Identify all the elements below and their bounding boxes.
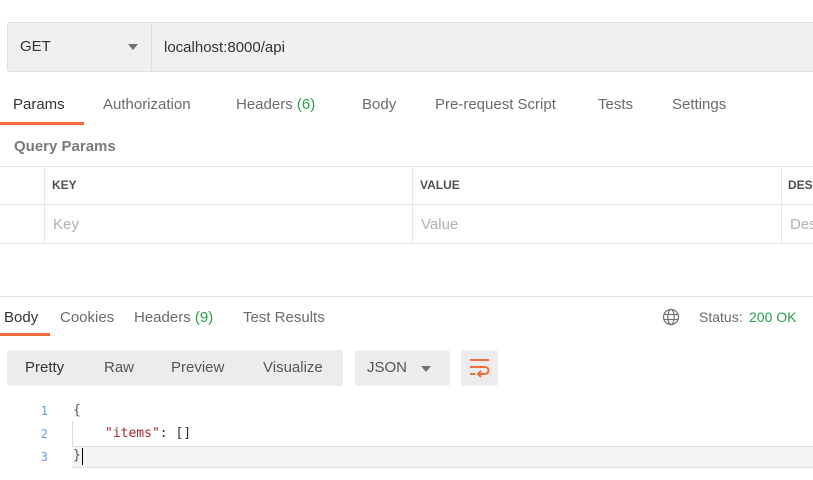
- tab-settings[interactable]: Settings: [672, 96, 726, 113]
- tab-label: Tests: [598, 96, 634, 113]
- raw-button[interactable]: Raw: [104, 359, 134, 376]
- preview-button[interactable]: Preview: [171, 359, 224, 376]
- tab-label: Authorization: [103, 96, 191, 113]
- code-line-3: }: [73, 448, 81, 463]
- response-tab-test-results[interactable]: Test Results: [243, 309, 325, 326]
- wrap-lines-button[interactable]: [461, 350, 498, 386]
- url-input[interactable]: [152, 23, 813, 71]
- tab-label: Pre-request Script: [435, 96, 556, 113]
- method-label: GET: [20, 38, 51, 55]
- line-number: 1: [40, 404, 48, 418]
- active-line-highlight: [72, 446, 813, 468]
- json-key: "items": [105, 426, 160, 441]
- line-number: 3: [40, 450, 48, 464]
- tab-headers[interactable]: Headers (6): [236, 96, 315, 113]
- response-tab-cookies[interactable]: Cookies: [60, 309, 114, 326]
- response-tab-body[interactable]: Body: [4, 309, 38, 326]
- request-bar: GET: [7, 22, 813, 72]
- method-select[interactable]: GET: [8, 23, 152, 71]
- close-brace: }: [73, 448, 81, 463]
- tab-label: Test Results: [243, 309, 325, 326]
- tab-label: Body: [4, 309, 39, 326]
- query-params-title: Query Params: [14, 138, 116, 155]
- tab-params[interactable]: Params: [13, 96, 65, 113]
- param-value-input[interactable]: [413, 206, 779, 242]
- format-label: JSON: [367, 359, 408, 376]
- visualize-button[interactable]: Visualize: [263, 359, 323, 376]
- code-line-1: {: [73, 403, 81, 418]
- wrap-lines-icon: [470, 359, 490, 378]
- chevron-down-icon: [421, 366, 431, 372]
- indent-guide: [72, 421, 73, 446]
- globe-icon[interactable]: [662, 308, 680, 326]
- column-header-value: VALUE: [420, 178, 460, 192]
- tab-label: Params: [13, 96, 65, 113]
- code-line-2: "items": []: [105, 426, 191, 441]
- tab-label: Settings: [672, 96, 727, 113]
- view-mode-group: Pretty Raw Preview Visualize: [7, 350, 343, 386]
- status-code: 200 OK: [749, 309, 797, 325]
- table-top-border: [0, 166, 813, 167]
- tab-label: Headers: [134, 309, 191, 326]
- tab-label: Cookies: [60, 309, 115, 326]
- param-key-input[interactable]: [45, 206, 411, 242]
- column-header-description: DESC: [788, 178, 813, 192]
- line-number: 2: [40, 427, 48, 441]
- tab-label: Body: [362, 96, 397, 113]
- tab-pre-request-script[interactable]: Pre-request Script: [435, 96, 556, 113]
- response-headers-count-badge: (9): [194, 309, 214, 326]
- status-label: Status:: [699, 309, 743, 325]
- response-divider: [0, 296, 813, 297]
- active-response-tab-indicator: [0, 333, 50, 336]
- chevron-down-icon: [128, 44, 138, 50]
- open-brace: {: [73, 403, 81, 418]
- table-bottom-border: [0, 243, 813, 244]
- response-tab-headers[interactable]: Headers (9): [134, 309, 213, 326]
- pretty-button[interactable]: Pretty: [25, 359, 64, 376]
- tab-tests[interactable]: Tests: [598, 96, 633, 113]
- param-description-input[interactable]: [782, 206, 813, 242]
- format-select[interactable]: JSON: [355, 350, 450, 386]
- text-cursor: [82, 448, 83, 465]
- table-header-border: [0, 204, 813, 205]
- tab-body[interactable]: Body: [362, 96, 396, 113]
- tab-authorization[interactable]: Authorization: [103, 96, 191, 113]
- headers-count-badge: (6): [296, 96, 316, 113]
- active-tab-indicator: [0, 122, 84, 125]
- json-value: : []: [159, 426, 192, 441]
- tab-label: Headers: [236, 96, 293, 113]
- column-header-key: KEY: [52, 178, 77, 192]
